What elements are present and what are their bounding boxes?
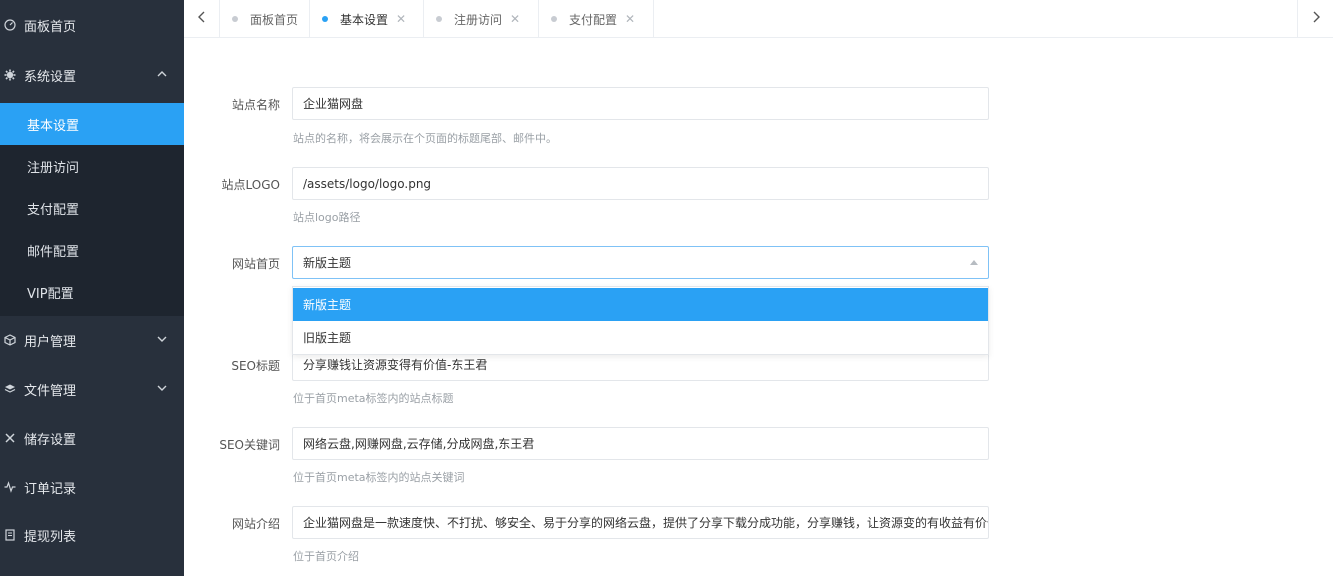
site-name-value: 企业猫网盘 xyxy=(303,97,364,111)
tab-status-dot xyxy=(322,16,328,22)
sidebar-item-dashboard[interactable]: 面板首页 xyxy=(0,5,184,45)
submenu-item-label: 基本设置 xyxy=(27,118,80,134)
tabs-scroll-right-button[interactable] xyxy=(1297,0,1333,38)
sidebar-item-label: 文件管理 xyxy=(24,383,77,399)
sidebar-item-label: 系统设置 xyxy=(24,69,77,85)
tab-bar: 面板首页 基本设置 ✕ 注册访问 ✕ 支付配置 ✕ xyxy=(184,0,1333,38)
tab-status-dot xyxy=(551,16,557,22)
chevron-up-icon xyxy=(156,68,170,82)
submenu-item-label: VIP配置 xyxy=(27,286,74,302)
tab-register-access[interactable]: 注册访问 ✕ xyxy=(424,0,539,38)
tab-status-dot xyxy=(232,16,238,22)
seo-keywords-help: 位于首页meta标签内的站点关键词 xyxy=(293,471,465,484)
site-intro-input[interactable]: 企业猫网盘是一款速度快、不打扰、够安全、易于分享的网络云盘，提供了分享下载分成功… xyxy=(292,506,989,539)
homepage-option[interactable]: 旧版主题 xyxy=(293,321,988,354)
submenu-item-label: 邮件配置 xyxy=(27,244,80,260)
tabs-scroll-left-button[interactable] xyxy=(184,0,220,38)
tab-basic-settings[interactable]: 基本设置 ✕ xyxy=(310,0,424,38)
chevron-down-icon xyxy=(156,382,170,396)
tab-payment-config[interactable]: 支付配置 ✕ xyxy=(539,0,654,38)
box-icon xyxy=(3,333,17,347)
seo-keywords-value: 网络云盘,网赚网盘,云存储,分成网盘,东王君 xyxy=(303,437,535,451)
seo-title-label: SEO标题 xyxy=(231,359,280,373)
site-intro-help: 位于首页介绍 xyxy=(293,550,359,563)
sidebar: 面板首页 系统设置 基本设置 注册访问 支付配置 邮件配置 VIP配置 用户管理 xyxy=(0,0,184,576)
sidebar-item-order-records[interactable]: 订单记录 xyxy=(0,467,184,507)
sidebar-item-system-settings[interactable]: 系统设置 xyxy=(0,55,184,95)
site-intro-label: 网站介绍 xyxy=(231,517,280,531)
tab-label: 面板首页 xyxy=(250,12,299,27)
tab-dashboard[interactable]: 面板首页 xyxy=(220,0,310,38)
seo-title-value: 分享赚钱让资源变得有价值-东王君 xyxy=(303,358,488,372)
submenu-item-basic-settings[interactable]: 基本设置 xyxy=(0,103,184,145)
site-name-input[interactable]: 企业猫网盘 xyxy=(292,87,989,120)
close-icon[interactable]: ✕ xyxy=(625,12,635,26)
site-name-label: 站点名称 xyxy=(231,98,280,112)
sidebar-item-storage-settings[interactable]: 储存设置 xyxy=(0,418,184,458)
homepage-option[interactable]: 新版主题 xyxy=(293,288,988,321)
dashboard-icon xyxy=(3,18,17,32)
sidebar-item-withdraw-list[interactable]: 提现列表 xyxy=(0,515,184,555)
tab-label: 基本设置 xyxy=(340,12,389,27)
caret-up-icon xyxy=(970,260,978,265)
sidebar-item-label: 用户管理 xyxy=(24,334,77,350)
seo-keywords-input[interactable]: 网络云盘,网赚网盘,云存储,分成网盘,东王君 xyxy=(292,427,989,460)
submenu-item-email-config[interactable]: 邮件配置 xyxy=(0,229,184,271)
close-icon[interactable]: ✕ xyxy=(396,12,406,26)
tab-status-dot xyxy=(436,16,442,22)
sidebar-item-label: 储存设置 xyxy=(24,432,77,448)
homepage-select[interactable]: 新版主题 xyxy=(292,246,989,279)
homepage-dropdown: 新版主题 旧版主题 xyxy=(292,286,989,355)
chevron-left-icon xyxy=(197,11,207,27)
submenu-item-label: 注册访问 xyxy=(27,160,80,176)
tools-icon xyxy=(3,431,17,445)
gear-icon xyxy=(3,68,17,82)
system-settings-submenu: 基本设置 注册访问 支付配置 邮件配置 VIP配置 xyxy=(0,103,184,316)
sidebar-item-file-management[interactable]: 文件管理 xyxy=(0,369,184,409)
site-logo-help: 站点logo路径 xyxy=(293,211,361,224)
option-label: 旧版主题 xyxy=(303,331,352,345)
submenu-item-register-access[interactable]: 注册访问 xyxy=(0,145,184,187)
submenu-item-vip-config[interactable]: VIP配置 xyxy=(0,271,184,313)
site-name-help: 站点的名称，将会展示在个页面的标题尾部、邮件中。 xyxy=(293,132,557,145)
site-logo-label: 站点LOGO xyxy=(221,178,280,192)
submenu-item-label: 支付配置 xyxy=(27,202,80,218)
option-label: 新版主题 xyxy=(303,298,352,312)
sidebar-item-label: 订单记录 xyxy=(24,481,77,497)
sidebar-item-label: 提现列表 xyxy=(24,529,77,545)
seo-keywords-label: SEO关键词 xyxy=(219,438,280,452)
layers-icon xyxy=(3,382,17,396)
submenu-item-payment-config[interactable]: 支付配置 xyxy=(0,187,184,229)
sidebar-item-label: 面板首页 xyxy=(24,19,77,35)
tab-label: 注册访问 xyxy=(454,12,503,27)
sidebar-item-user-management[interactable]: 用户管理 xyxy=(0,320,184,360)
chevron-right-icon xyxy=(1311,11,1321,27)
homepage-label: 网站首页 xyxy=(231,257,280,271)
close-icon[interactable]: ✕ xyxy=(510,12,520,26)
site-logo-input[interactable]: /assets/logo/logo.png xyxy=(292,167,989,200)
site-intro-value: 企业猫网盘是一款速度快、不打扰、够安全、易于分享的网络云盘，提供了分享下载分成功… xyxy=(303,516,989,530)
homepage-selected-value: 新版主题 xyxy=(303,256,352,270)
seo-title-help: 位于首页meta标签内的站点标题 xyxy=(293,392,454,405)
tab-label: 支付配置 xyxy=(569,12,618,27)
pulse-icon xyxy=(3,480,17,494)
site-logo-value: /assets/logo/logo.png xyxy=(303,176,432,191)
document-icon xyxy=(3,528,17,542)
chevron-down-icon xyxy=(156,333,170,347)
